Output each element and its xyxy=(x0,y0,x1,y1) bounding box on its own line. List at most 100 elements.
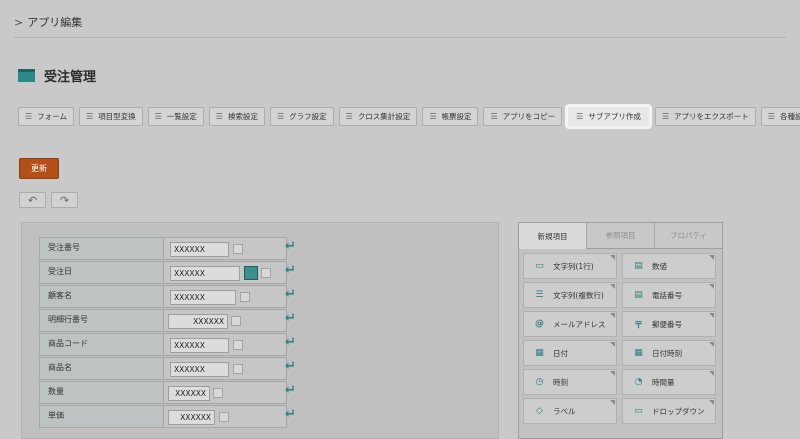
enter-icon[interactable]: ↵ xyxy=(285,359,296,374)
field-type-label: 文字列(複数行) xyxy=(553,290,604,300)
field-input[interactable]: XXXXXX xyxy=(168,314,228,329)
field-type-phone[interactable]: ▤ 電話番号 xyxy=(622,282,716,308)
form-row[interactable]: 受注番号 XXXXXX ↵ xyxy=(39,237,336,261)
tab-list-settings[interactable]: ☰ 一覧設定 xyxy=(147,107,204,126)
field-input[interactable]: XXXXXX xyxy=(170,242,229,257)
tab-label: 検索設定 xyxy=(227,112,258,121)
clock-icon: ◷ xyxy=(535,377,544,387)
field-type-label: メールアドレス xyxy=(553,319,606,329)
field-type-multi-line-text[interactable]: ☰ 文字列(複数行) xyxy=(523,282,617,308)
tab-form[interactable]: ☰ フォーム xyxy=(18,107,74,126)
tab-label: 各種設定 xyxy=(779,112,800,121)
field-input[interactable]: XXXXXX xyxy=(168,410,215,425)
calendar-clock-icon: ▦ xyxy=(634,348,643,358)
tab-search-settings[interactable]: ☰ 検索設定 xyxy=(208,107,265,126)
form-row[interactable]: 数量 XXXXXX ↵ xyxy=(39,381,336,405)
field-type-label: 数値 xyxy=(652,261,667,271)
calendar-icon[interactable] xyxy=(233,364,243,374)
field-type-dropdown[interactable]: ▭ ドロップダウン xyxy=(622,398,716,424)
undo-button[interactable]: ↶ xyxy=(19,192,46,208)
breadcrumb[interactable]: > アプリ編集 xyxy=(14,14,82,30)
multi-line-text-icon: ☰ xyxy=(535,290,544,300)
enter-icon[interactable]: ↵ xyxy=(285,335,296,350)
field-type-date[interactable]: ▦ 日付 xyxy=(523,340,617,366)
calendar-icon[interactable] xyxy=(231,316,241,326)
tab-label: 一覧設定 xyxy=(166,112,197,121)
undo-redo-group: ↶ ↷ xyxy=(19,192,78,208)
form-canvas: 受注番号 XXXXXX ↵ 受注日 XXXXXX ↵ 顧客名 XXXXXX ↵ … xyxy=(21,222,499,439)
form-row[interactable]: 受注日 XXXXXX ↵ xyxy=(39,261,336,285)
tab-new-fields[interactable]: 新規項目 xyxy=(519,223,586,249)
enter-icon[interactable]: ↵ xyxy=(285,287,296,302)
tab-label: グラフ設定 xyxy=(289,112,327,121)
field-type-single-line-text[interactable]: ▭ 文字列(1行) xyxy=(523,253,617,279)
tab-reference-fields[interactable]: 参照項目 xyxy=(586,223,654,249)
tab-label: クロス集計設定 xyxy=(357,112,411,121)
tab-report-settings[interactable]: ☰ 帳票設定 xyxy=(422,107,479,126)
field-input[interactable]: XXXXXX xyxy=(170,338,229,353)
field-type-postal-code[interactable]: 〒郵便番号 xyxy=(622,311,716,337)
chevron-right-icon: > xyxy=(14,15,24,29)
field-type-number[interactable]: ▤ 数値 xyxy=(622,253,716,279)
hamburger-icon: ☰ xyxy=(345,112,353,121)
field-value-cell: XXXXXX xyxy=(163,357,287,380)
enter-icon[interactable]: ↵ xyxy=(285,311,296,326)
number-icon: ▤ xyxy=(634,261,643,271)
tab-create-subapp[interactable]: ☰ サブアプリ作成 xyxy=(567,106,650,127)
calendar-icon[interactable] xyxy=(219,412,229,422)
calendar-icon[interactable] xyxy=(240,292,250,302)
tab-graph-settings[interactable]: ☰ グラフ設定 xyxy=(269,107,334,126)
redo-button[interactable]: ↷ xyxy=(51,192,78,208)
form-row[interactable]: 顧客名 XXXXXX ↵ xyxy=(39,285,336,309)
form-row[interactable]: 単価 XXXXXX ↵ xyxy=(39,405,336,429)
field-type-time[interactable]: ◷ 時刻 xyxy=(523,369,617,395)
enter-icon[interactable]: ↵ xyxy=(285,407,296,422)
field-label: 明細行番号 xyxy=(39,309,163,332)
tab-cross-tab-settings[interactable]: ☰ クロス集計設定 xyxy=(338,107,418,126)
enter-icon[interactable]: ↵ xyxy=(285,239,296,254)
field-input[interactable]: XXXXXX xyxy=(170,362,229,377)
tab-copy-app[interactable]: ☰ アプリをコピー xyxy=(483,107,563,126)
field-input[interactable]: XXXXXX xyxy=(170,266,240,281)
redo-icon: ↷ xyxy=(59,193,70,207)
update-button[interactable]: 更新 xyxy=(19,158,59,179)
tab-properties[interactable]: プロパティ xyxy=(654,223,722,249)
field-type-datetime[interactable]: ▦ 日付時刻 xyxy=(622,340,716,366)
field-label: 単価 xyxy=(39,405,163,428)
breadcrumb-label[interactable]: アプリ編集 xyxy=(27,14,82,30)
field-label: 受注日 xyxy=(39,261,163,284)
field-input[interactable]: XXXXXX xyxy=(170,290,236,305)
field-type-duration[interactable]: ◔ 時間量 xyxy=(622,369,716,395)
calendar-icon[interactable] xyxy=(213,388,223,398)
tab-label: フォーム xyxy=(37,112,67,121)
tab-label: 項目型変換 xyxy=(98,112,136,121)
field-type-email[interactable]: @ メールアドレス xyxy=(523,311,617,337)
tab-label: アプリをエクスポート xyxy=(674,112,749,121)
tab-misc-settings[interactable]: ☰ 各種設定 xyxy=(760,107,800,126)
field-type-label: ドロップダウン xyxy=(652,406,705,416)
field-value-cell: XXXXXX xyxy=(163,285,287,308)
field-type-label-field[interactable]: ◇ ラベル xyxy=(523,398,617,424)
calendar-icon[interactable] xyxy=(233,340,243,350)
field-input[interactable]: XXXXXX xyxy=(168,386,210,401)
field-type-label: 日付 xyxy=(553,348,568,358)
form-row[interactable]: 商品コード XXXXXX ↵ xyxy=(39,333,336,357)
tab-export-app[interactable]: ☰ アプリをエクスポート xyxy=(654,107,756,126)
form-row[interactable]: 商品名 XXXXXX ↵ xyxy=(39,357,336,381)
dropdown-icon: ▭ xyxy=(634,406,643,416)
field-value-cell: XXXXXX xyxy=(163,381,287,404)
calendar-icon[interactable] xyxy=(261,268,271,278)
tab-field-type-conversion[interactable]: ☰ 項目型変換 xyxy=(78,107,143,126)
calendar-icon[interactable] xyxy=(233,244,243,254)
hamburger-icon: ☰ xyxy=(661,112,669,121)
field-type-label: 文字列(1行) xyxy=(553,261,594,271)
form-row[interactable]: 明細行番号 XXXXXX ↵ xyxy=(39,309,336,333)
hamburger-icon: ☰ xyxy=(276,112,285,121)
field-value-cell: XXXXXX xyxy=(163,333,287,356)
enter-icon[interactable]: ↵ xyxy=(285,263,296,278)
field-label: 商品コード xyxy=(39,333,163,356)
table-icon xyxy=(18,69,35,82)
page-header: 受注管理 xyxy=(18,66,96,85)
calendar-icon[interactable] xyxy=(244,266,258,280)
enter-icon[interactable]: ↵ xyxy=(285,383,296,398)
